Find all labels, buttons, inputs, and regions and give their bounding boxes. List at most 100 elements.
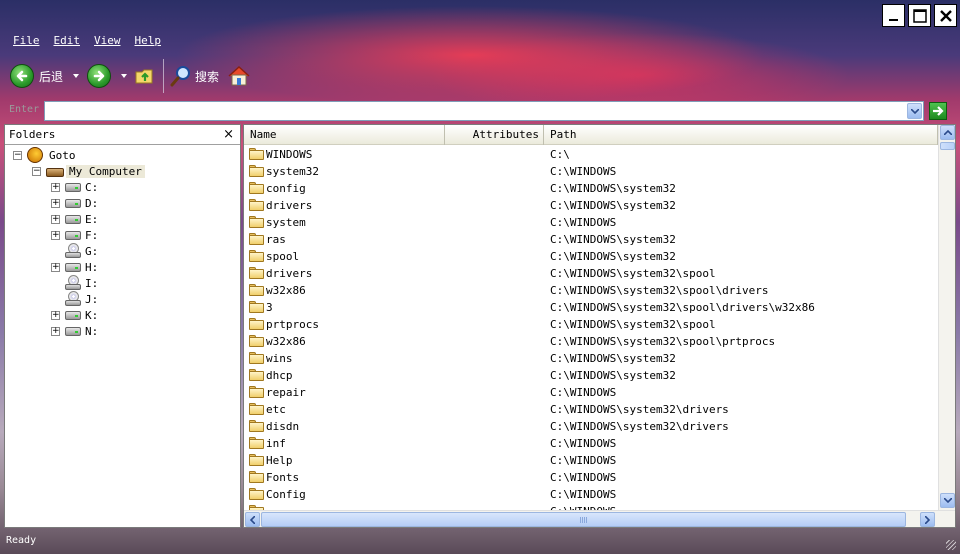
tree-node-drive[interactable]: + C: bbox=[51, 179, 98, 195]
hard-drive-icon bbox=[65, 326, 81, 336]
vertical-scroll-thumb[interactable] bbox=[940, 142, 955, 150]
column-header-path[interactable]: Path bbox=[544, 125, 938, 145]
hard-drive-icon bbox=[65, 214, 81, 224]
tree-node-drive[interactable]: + E: bbox=[51, 211, 98, 227]
expand-icon[interactable]: + bbox=[51, 310, 60, 320]
expand-icon[interactable]: + bbox=[51, 230, 60, 240]
expand-icon[interactable]: + bbox=[51, 214, 60, 224]
vertical-scrollbar[interactable] bbox=[938, 125, 955, 510]
address-dropdown-button[interactable] bbox=[907, 103, 922, 119]
row-name: Fonts bbox=[266, 471, 300, 484]
forward-dropdown-icon[interactable] bbox=[121, 74, 128, 78]
scroll-down-button[interactable] bbox=[940, 493, 955, 508]
tree-node-drive[interactable]: + K: bbox=[51, 307, 98, 323]
menu-help[interactable]: Help bbox=[135, 34, 162, 47]
close-icon bbox=[939, 9, 952, 22]
tree-node-drive[interactable]: + D: bbox=[51, 195, 98, 211]
back-dropdown-icon[interactable] bbox=[73, 74, 80, 78]
folders-pane-title: Folders bbox=[9, 128, 56, 141]
hard-drive-icon bbox=[65, 230, 81, 240]
table-row[interactable]: C:\WINDOWS bbox=[244, 503, 938, 510]
row-name: system32 bbox=[266, 165, 319, 178]
table-row[interactable]: inf C:\WINDOWS bbox=[244, 435, 938, 452]
table-row[interactable]: etc C:\WINDOWS\system32\drivers bbox=[244, 401, 938, 418]
expand-icon[interactable]: + bbox=[51, 182, 60, 192]
table-row[interactable]: Help C:\WINDOWS bbox=[244, 452, 938, 469]
folders-pane: Folders × − Goto − My Computer + C: + D:… bbox=[4, 124, 241, 528]
row-path: C:\WINDOWS bbox=[550, 386, 617, 399]
table-row[interactable]: repair C:\WINDOWS bbox=[244, 384, 938, 401]
expand-icon[interactable]: + bbox=[51, 326, 60, 336]
table-row[interactable]: WINDOWS C:\ bbox=[244, 146, 938, 163]
forward-button[interactable] bbox=[87, 64, 112, 88]
close-button[interactable] bbox=[934, 4, 957, 27]
folders-pane-close-icon[interactable]: × bbox=[223, 127, 234, 142]
folder-icon bbox=[249, 199, 264, 211]
folder-icon bbox=[249, 165, 264, 177]
go-button[interactable] bbox=[929, 102, 947, 120]
tree-node-goto[interactable]: − Goto bbox=[13, 147, 76, 163]
tree-node-drive[interactable]: J: bbox=[51, 291, 98, 307]
horizontal-scrollbar[interactable] bbox=[244, 510, 955, 527]
drive-label: K: bbox=[85, 308, 99, 322]
folder-icon bbox=[249, 369, 264, 381]
collapse-icon[interactable]: − bbox=[32, 166, 41, 176]
minimize-button[interactable] bbox=[882, 4, 905, 27]
folder-icon bbox=[249, 420, 264, 432]
search-button[interactable]: 搜索 bbox=[170, 65, 219, 87]
tree-node-drive[interactable]: + F: bbox=[51, 227, 98, 243]
resize-grip-icon[interactable] bbox=[946, 540, 956, 550]
menu-edit[interactable]: Edit bbox=[54, 34, 81, 47]
table-row[interactable]: ras C:\WINDOWS\system32 bbox=[244, 231, 938, 248]
table-row[interactable]: w32x86 C:\WINDOWS\system32\spool\prtprocs bbox=[244, 333, 938, 350]
folder-icon bbox=[249, 318, 264, 330]
column-header-name[interactable]: Name bbox=[244, 125, 445, 145]
folder-icon bbox=[249, 233, 264, 245]
minimize-icon bbox=[888, 18, 898, 21]
table-row[interactable]: prtprocs C:\WINDOWS\system32\spool bbox=[244, 316, 938, 333]
table-row[interactable]: config C:\WINDOWS\system32 bbox=[244, 180, 938, 197]
table-row[interactable]: Fonts C:\WINDOWS bbox=[244, 469, 938, 486]
row-name: w32x86 bbox=[266, 284, 306, 297]
chevron-left-icon bbox=[250, 515, 255, 524]
table-row[interactable]: system C:\WINDOWS bbox=[244, 214, 938, 231]
table-row[interactable]: drivers C:\WINDOWS\system32\spool bbox=[244, 265, 938, 282]
scroll-up-button[interactable] bbox=[940, 125, 955, 140]
table-row[interactable]: dhcp C:\WINDOWS\system32 bbox=[244, 367, 938, 384]
tree-node-my-computer[interactable]: − My Computer bbox=[32, 163, 145, 179]
tree-node-drive[interactable]: G: bbox=[51, 243, 98, 259]
collapse-icon[interactable]: − bbox=[13, 150, 22, 160]
row-path: C:\WINDOWS\system32 bbox=[550, 182, 676, 195]
row-path: C:\WINDOWS\system32\spool bbox=[550, 267, 716, 280]
table-row[interactable]: wins C:\WINDOWS\system32 bbox=[244, 350, 938, 367]
table-row[interactable]: spool C:\WINDOWS\system32 bbox=[244, 248, 938, 265]
address-input[interactable] bbox=[44, 101, 924, 121]
menu-file[interactable]: File bbox=[13, 34, 40, 47]
home-button[interactable] bbox=[227, 65, 251, 87]
maximize-button[interactable] bbox=[908, 4, 931, 27]
hard-drive-icon bbox=[65, 198, 81, 208]
table-row[interactable]: w32x86 C:\WINDOWS\system32\spool\drivers bbox=[244, 282, 938, 299]
row-name: w32x86 bbox=[266, 335, 306, 348]
up-folder-button[interactable] bbox=[135, 66, 157, 86]
expand-icon[interactable]: + bbox=[51, 262, 60, 272]
menu-view[interactable]: View bbox=[94, 34, 121, 47]
horizontal-scroll-thumb[interactable] bbox=[261, 512, 906, 527]
tree-node-drive[interactable]: + H: bbox=[51, 259, 98, 275]
table-row[interactable]: disdn C:\WINDOWS\system32\drivers bbox=[244, 418, 938, 435]
table-row[interactable]: 3 C:\WINDOWS\system32\spool\drivers\w32x8… bbox=[244, 299, 938, 316]
back-arrow-icon bbox=[10, 64, 34, 88]
tree-node-drive[interactable]: + N: bbox=[51, 323, 98, 339]
scroll-left-button[interactable] bbox=[245, 512, 260, 527]
back-button[interactable]: 后退 bbox=[10, 64, 63, 88]
column-header-attributes[interactable]: Attributes bbox=[445, 125, 544, 145]
table-row[interactable]: Config C:\WINDOWS bbox=[244, 486, 938, 503]
scroll-right-button[interactable] bbox=[920, 512, 935, 527]
table-row[interactable]: drivers C:\WINDOWS\system32 bbox=[244, 197, 938, 214]
file-list-pane: Name Attributes Path WINDOWS C:\ system32 C… bbox=[243, 124, 956, 528]
tree-node-drive[interactable]: I: bbox=[51, 275, 98, 291]
row-path: C:\WINDOWS\system32 bbox=[550, 352, 676, 365]
table-row[interactable]: system32 C:\WINDOWS bbox=[244, 163, 938, 180]
expand-icon[interactable]: + bbox=[51, 198, 60, 208]
search-label: 搜索 bbox=[195, 69, 220, 84]
